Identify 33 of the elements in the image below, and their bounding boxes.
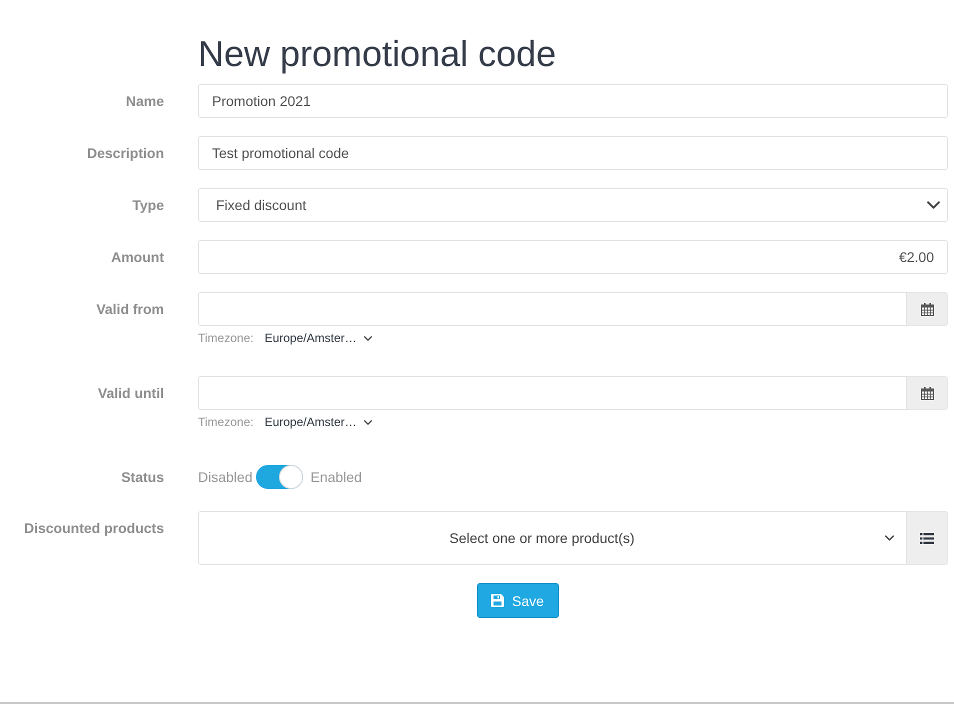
type-select[interactable]: Fixed discount xyxy=(198,188,948,222)
chevron-down-icon xyxy=(885,535,894,541)
calendar-button[interactable] xyxy=(907,376,948,410)
amount-field[interactable]: €2.00 xyxy=(198,240,948,274)
timezone-select[interactable]: Europe/Amster… xyxy=(264,331,372,345)
on-label: Enabled xyxy=(310,469,362,485)
field-label: Valid from xyxy=(96,301,164,317)
calendar-icon xyxy=(920,302,934,316)
list-button[interactable] xyxy=(907,511,948,565)
field-label: Type xyxy=(132,197,164,213)
timezone-select[interactable]: Europe/Amster… xyxy=(264,415,372,429)
off-label: Disabled xyxy=(198,469,252,485)
timezone-label: Timezone: xyxy=(198,415,254,429)
field-label: Status xyxy=(121,469,164,485)
list-icon xyxy=(920,532,934,544)
chevron-down-icon xyxy=(364,336,372,340)
text-field[interactable]: Test promotional code xyxy=(198,136,948,170)
field-label: Discounted products xyxy=(24,520,164,536)
text-field[interactable]: Promotion 2021 xyxy=(198,84,948,118)
chevron-down-icon xyxy=(364,420,372,424)
status-toggle[interactable] xyxy=(256,465,304,489)
chevron-down-icon xyxy=(927,201,940,209)
field-label: Amount xyxy=(111,249,164,265)
field-label: Name xyxy=(126,93,164,109)
product-multiselect[interactable]: Select one or more product(s) xyxy=(198,511,907,565)
field-label: Valid until xyxy=(98,385,164,401)
date-field[interactable] xyxy=(198,292,907,326)
calendar-button[interactable] xyxy=(907,292,948,326)
page-title: New promotional code xyxy=(198,34,558,74)
calendar-icon xyxy=(920,386,934,400)
field-label: Description xyxy=(86,145,164,161)
timezone-label: Timezone: xyxy=(198,331,254,345)
date-field[interactable] xyxy=(198,376,907,410)
